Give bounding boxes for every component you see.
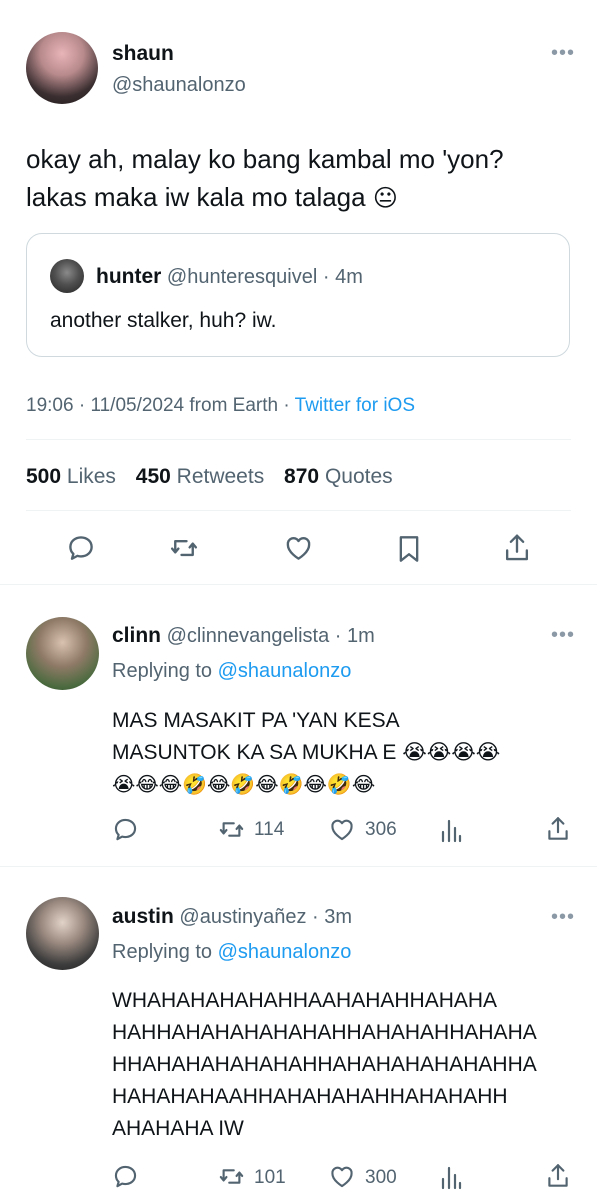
retweet-icon[interactable] [218,1163,245,1190]
reply-text-line: HHAHAHAHAHAHAHHAHAHAHAHAHAHHA [112,1053,537,1076]
tweet-time: 19:06 [26,395,74,416]
quotes-count: 870 [284,465,320,488]
tweet-meta: 19:06 · 11/05/2024 from Earth · Twitter … [26,395,415,417]
separator-dot: · [334,625,342,647]
likes-stat[interactable]: 500 Likes [26,465,116,488]
reply-author-handle[interactable]: @clinnevangelista [167,625,330,647]
reply-text: MAS MASAKIT PA 'YAN KESA MASUNTOK KA SA … [112,705,500,801]
heart-icon[interactable] [328,1163,356,1190]
reply-text-line: 😭😂😂🤣😂🤣😂🤣😂🤣😂 [112,774,376,796]
retweets-stat[interactable]: 450 Retweets [136,465,264,488]
tweet-text-line-2: lakas maka iw kala mo talaga [26,182,366,212]
retweet-icon[interactable] [169,533,199,563]
quoted-timestamp: 4m [335,266,363,288]
retweets-count: 450 [135,465,171,488]
tweet-stats: 500 Likes 450 Retweets 870 Quotes [26,465,393,489]
reply-timestamp: 3m [324,906,353,928]
more-icon[interactable]: ••• [551,43,575,63]
quoted-tweet-text: another stalker, huh? iw. [50,309,277,332]
replying-to-handle[interactable]: @shaunalonzo [218,941,352,963]
reply-text-line: MASUNTOK KA SA MUKHA E 😭😭😭😭 [112,741,501,764]
quoted-author-handle: @hunteresquivel [166,266,318,288]
bookmark-icon[interactable] [395,533,423,565]
quoted-tweet-card[interactable] [26,233,570,357]
divider [0,584,597,585]
main-author-handle[interactable]: @shaunalonzo [112,74,246,97]
reply-author-avatar[interactable] [26,897,99,970]
reply-text-line: AHAHAHA IW [112,1117,244,1140]
main-author-name[interactable]: shaun [112,42,174,66]
retweets-label: Retweets [176,465,265,488]
neutral-face-emoji: 😐 [372,185,398,212]
replying-to: Replying to @shaunalonzo [112,941,351,964]
quoted-author-avatar [50,259,84,293]
retweet-count: 101 [254,1167,286,1188]
reply-text-line: MAS MASAKIT PA 'YAN KESA [112,709,400,732]
quoted-author-name: hunter [96,265,162,288]
more-icon[interactable]: ••• [551,625,575,645]
reply-author-name[interactable]: austin [112,905,174,928]
reply-author-avatar[interactable] [26,617,99,690]
likes-label: Likes [66,465,116,488]
tweet-client-link[interactable]: Twitter for iOS [295,395,415,416]
reply-author-name[interactable]: clinn [112,624,161,647]
reply-text-line: HAHAHAHAAHHAHAHAHAHHAHAHAHH [112,1085,508,1108]
retweet-count: 114 [254,819,285,840]
tweet-location: from Earth [189,395,279,416]
reply-text-line: HAHHAHAHAHAHAHAHHAHAHAHHAHAHA [112,1021,537,1044]
main-author-avatar[interactable] [26,32,98,104]
quotes-stat[interactable]: 870 Quotes [284,465,393,488]
share-icon[interactable] [502,532,532,564]
likes-count: 500 [26,465,62,488]
quoted-author-line: hunter @hunteresquivel · 4m [96,265,363,289]
reply-icon[interactable] [66,533,96,563]
share-icon[interactable] [545,1162,571,1190]
more-icon[interactable]: ••• [551,907,575,927]
views-icon[interactable] [440,817,462,843]
views-icon[interactable] [440,1164,462,1190]
reply-icon[interactable] [112,1163,139,1190]
separator-dot: · [78,395,86,416]
reply-text: WHAHAHAHAHAHHAAHAHAHHAHAHA HAHHAHAHAHAHA… [112,985,537,1145]
separator-dot: · [312,906,319,928]
retweet-icon[interactable] [218,816,245,843]
share-icon[interactable] [545,815,571,843]
divider [26,439,571,440]
quotes-label: Quotes [324,465,393,488]
replying-to-handle[interactable]: @shaunalonzo [218,660,352,682]
like-count: 306 [365,819,397,840]
like-count: 300 [365,1167,397,1188]
tweet-text-line: okay ah, malay ko bang kambal mo 'yon? [26,144,504,174]
replying-to-prefix: Replying to [112,941,213,963]
heart-icon[interactable] [328,816,356,843]
tweet-text: okay ah, malay ko bang kambal mo 'yon? l… [26,140,504,218]
divider [0,866,597,867]
tweet-date: 11/05/2024 [90,395,185,416]
heart-icon[interactable] [283,533,314,563]
reply-text-line: WHAHAHAHAHAHHAAHAHAHHAHAHA [112,989,498,1012]
replying-to: Replying to @shaunalonzo [112,660,351,683]
reply-timestamp: 1m [347,625,375,647]
tweet-text-line: lakas maka iw kala mo talaga 😐 [26,178,504,218]
reply-icon[interactable] [112,816,139,843]
divider [26,510,571,511]
separator-dot: · [283,395,290,416]
reply-author-handle[interactable]: @austinyañez [179,906,306,928]
reply-author-line: clinn @clinnevangelista · 1m [112,624,375,648]
separator-dot: · [322,266,330,288]
replying-to-prefix: Replying to [112,660,213,682]
reply-author-line: austin @austinyañez · 3m [112,905,352,929]
